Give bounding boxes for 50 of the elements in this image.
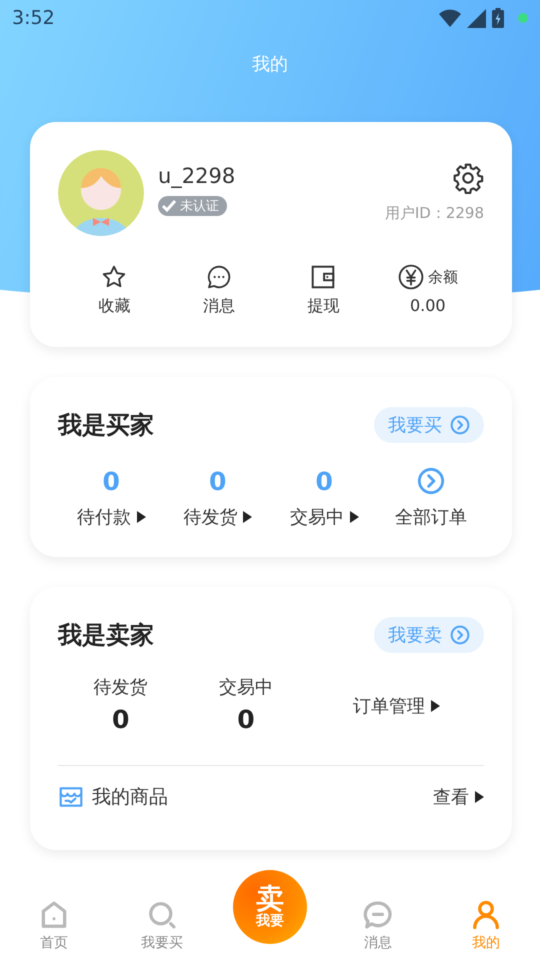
order-count: 0 [112,705,130,736]
caret-icon [243,511,252,523]
arrow-circle-icon [416,467,445,495]
order-status-label: 交易中 [218,676,273,699]
tab[interactable]: 我要买 [108,900,216,952]
speech-bubble-icon [206,264,232,290]
arrow-circle-icon [450,625,470,645]
order-status-link[interactable]: 待发货 [183,505,252,529]
person-icon [471,900,501,930]
balance-label: 余额 [428,268,458,286]
caret-icon [136,511,146,523]
home-icon [39,900,69,930]
order-count: 0 [237,705,255,736]
order-count: 0 [209,467,226,498]
order-status-link[interactable]: 待付款 [76,505,146,529]
all-orders-link[interactable]: 全部订单 [394,505,467,529]
status-time: 3:52 [12,7,55,29]
caret-icon [350,511,359,523]
order-count: 0 [316,467,333,498]
tab[interactable]: 首页 [0,900,108,952]
view-link[interactable]: 查看 [433,785,484,809]
order-count: 0 [102,467,120,498]
tab[interactable]: 消息 [324,900,432,952]
wallet-icon [310,264,336,290]
page-title: 我的 [252,54,288,75]
action-label[interactable]: 收藏 [98,296,130,317]
action-label[interactable]: 提现 [307,296,340,317]
wifi-icon [439,9,461,27]
star-icon [101,264,128,290]
battery-icon [492,8,504,28]
caret-icon [475,791,484,803]
search-icon [147,900,177,930]
section-title: 我是买家 [58,410,154,441]
chat-icon [363,900,393,930]
action-label[interactable]: 消息 [202,296,235,317]
arrow-circle-icon [450,415,470,435]
order-status-link[interactable]: 交易中 [290,505,359,529]
caret-icon [430,700,440,712]
order-management-link[interactable]: 订单管理 [352,694,440,718]
verification-badge: 未认证 [158,196,227,216]
settings-icon[interactable] [452,162,484,194]
user-id: 用户ID：2298 [384,204,484,223]
balance-value: 0.00 [410,296,446,315]
signal-icon [467,8,486,28]
order-status-label: 待发货 [94,676,148,699]
notification-dot-icon [518,13,528,23]
my-goods-label: 我的商品 [92,785,168,810]
yen-icon [398,264,424,290]
section-title: 我是卖家 [58,620,154,651]
username: u_2298 [158,164,236,188]
